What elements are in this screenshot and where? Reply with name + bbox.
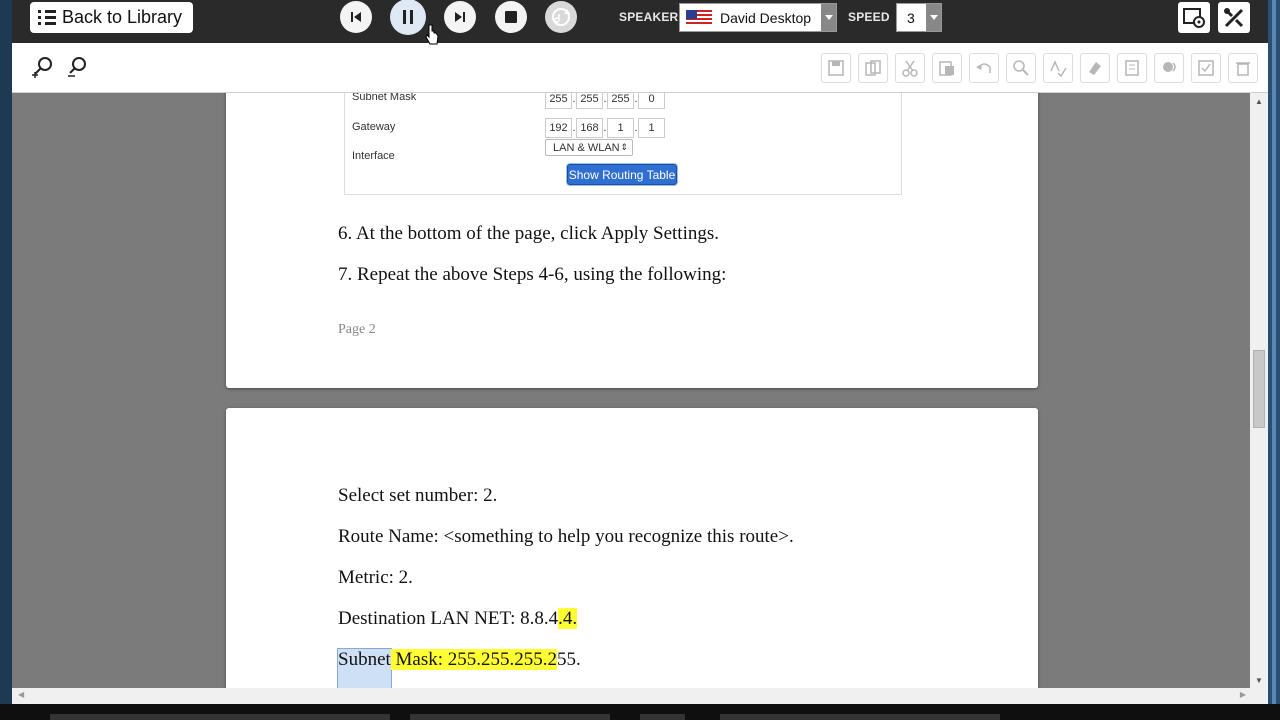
audio-refresh-icon	[552, 8, 570, 26]
octet-field: 255	[576, 93, 603, 109]
save-tool[interactable]	[821, 53, 851, 83]
highlighted-text: .4.	[558, 608, 578, 629]
taskbar	[0, 704, 1280, 720]
step-7-text: 7. Repeat the above Steps 4-6, using the…	[338, 264, 727, 285]
subnet-mask-text: Subnet Mask: 255.255.255.255.	[337, 648, 581, 688]
horizontal-scrollbar[interactable]: ◀ ▶	[12, 688, 1268, 704]
back-to-library-label: Back to Library	[62, 7, 183, 27]
subnet-mask-fields: 255. 255. 255. 0	[545, 93, 665, 109]
zoom-in-icon	[32, 57, 52, 78]
pause-icon	[403, 10, 413, 24]
scroll-left-arrow-icon[interactable]: ◀	[18, 690, 24, 699]
subnet-mask-label: Subnet Mask	[352, 93, 417, 103]
show-routing-table-button: Show Routing Table	[567, 164, 677, 185]
check-icon	[1198, 60, 1214, 76]
interface-select: LAN & WLAN	[545, 139, 633, 156]
octet-field: 1	[638, 118, 665, 138]
chevron-down-icon	[926, 4, 941, 31]
screen-capture-button[interactable]	[1178, 2, 1210, 33]
hand-cursor-icon	[425, 24, 439, 45]
undo-tool[interactable]	[969, 53, 999, 83]
gateway-fields: 192. 168. 1. 1	[545, 118, 665, 138]
paste-tool[interactable]	[932, 53, 962, 83]
scissors-icon	[902, 60, 918, 77]
chevron-down-icon	[821, 4, 836, 31]
octet-field: 168	[576, 118, 603, 138]
speed-label: SPEED	[848, 10, 890, 24]
document-toolbar	[12, 43, 1268, 93]
highlighted-text: Mask: 255.255.255.2	[390, 649, 558, 670]
set-number-text: Select set number: 2.	[338, 485, 498, 506]
delete-tool[interactable]	[1228, 53, 1258, 83]
speaker-value: David Desktop	[720, 9, 812, 26]
back-to-library-button[interactable]: Back to Library	[30, 2, 193, 33]
document-view[interactable]: Subnet Mask 255. 255. 255. 0 Gateway 192…	[12, 93, 1250, 688]
speaker-select[interactable]: David Desktop	[679, 3, 837, 32]
router-settings-image: Subnet Mask 255. 255. 255. 0 Gateway 192…	[344, 93, 902, 195]
scrollbar-thumb[interactable]	[1253, 350, 1265, 428]
scroll-down-arrow-icon[interactable]: ▼	[1250, 672, 1268, 688]
octet-field: 192	[545, 118, 572, 138]
save-audio-button[interactable]	[545, 1, 577, 33]
speaker-label: SPEAKER	[619, 10, 679, 24]
tools-icon	[1224, 7, 1244, 27]
step-6-text: 6. At the bottom of the page, click Appl…	[338, 223, 720, 244]
trash-icon	[1236, 62, 1250, 76]
previous-button[interactable]	[340, 1, 372, 33]
octet-field: 0	[638, 93, 665, 109]
checkbox-tool[interactable]	[1191, 53, 1221, 83]
spell-tool[interactable]	[1043, 53, 1073, 83]
save-icon	[828, 60, 844, 76]
page-3: Select set number: 2. Route Name: <somet…	[226, 408, 1038, 688]
octet-field: 255	[607, 93, 634, 109]
octet-field: 255	[545, 93, 572, 109]
search-icon	[1013, 60, 1029, 76]
undo-icon	[976, 63, 991, 73]
left-window-frame	[0, 0, 12, 704]
tools-button[interactable]	[1218, 2, 1250, 33]
selected-word: Subnet	[337, 648, 392, 688]
route-name-text: Route Name: <something to help you recog…	[338, 526, 794, 547]
speed-value: 3	[907, 9, 915, 26]
spellcheck-icon	[1050, 60, 1067, 77]
notes-icon	[1125, 60, 1139, 76]
right-window-frame	[1268, 0, 1280, 720]
skip-back-icon	[351, 12, 361, 22]
stop-icon	[505, 11, 517, 23]
speak-icon	[1163, 62, 1176, 72]
screen-settings-icon	[1183, 7, 1205, 28]
speed-select[interactable]: 3	[896, 3, 942, 32]
highlighter-icon	[1089, 62, 1101, 75]
zoom-out-button[interactable]	[64, 53, 92, 81]
zoom-in-button[interactable]	[29, 53, 57, 81]
paste-icon	[939, 61, 954, 76]
subnet-mask-text-rest: 55.	[557, 649, 581, 670]
vertical-scrollbar[interactable]: ▲ ▼	[1250, 93, 1268, 688]
destination-text: Destination LAN NET: 8.8.4.4.	[338, 608, 578, 630]
find-tool[interactable]	[1006, 53, 1036, 83]
pause-button[interactable]	[390, 0, 426, 35]
metric-text: Metric: 2.	[338, 567, 413, 588]
skip-forward-icon	[455, 12, 465, 22]
destination-text-plain: Destination LAN NET: 8.8.4	[338, 608, 559, 629]
page-footer: Page 2	[338, 322, 376, 337]
zoom-out-icon	[68, 57, 86, 77]
highlight-tool[interactable]	[1080, 53, 1110, 83]
cut-tool[interactable]	[895, 53, 925, 83]
page-2: Subnet Mask 255. 255. 255. 0 Gateway 192…	[226, 93, 1038, 388]
us-flag-icon	[686, 10, 712, 26]
list-icon	[38, 9, 56, 26]
copy-tool[interactable]	[858, 53, 888, 83]
read-tool[interactable]	[1154, 53, 1184, 83]
copy-icon	[865, 60, 881, 76]
octet-field: 1	[607, 118, 634, 138]
next-button[interactable]	[444, 1, 476, 33]
scroll-right-arrow-icon[interactable]: ▶	[1240, 690, 1246, 699]
interface-label: Interface	[352, 150, 395, 162]
gateway-label: Gateway	[352, 121, 396, 133]
stop-button[interactable]	[495, 1, 527, 33]
scroll-up-arrow-icon[interactable]: ▲	[1250, 93, 1268, 109]
top-toolbar: Back to Library SPEAKER David Desktop SP…	[12, 0, 1268, 43]
notes-tool[interactable]	[1117, 53, 1147, 83]
